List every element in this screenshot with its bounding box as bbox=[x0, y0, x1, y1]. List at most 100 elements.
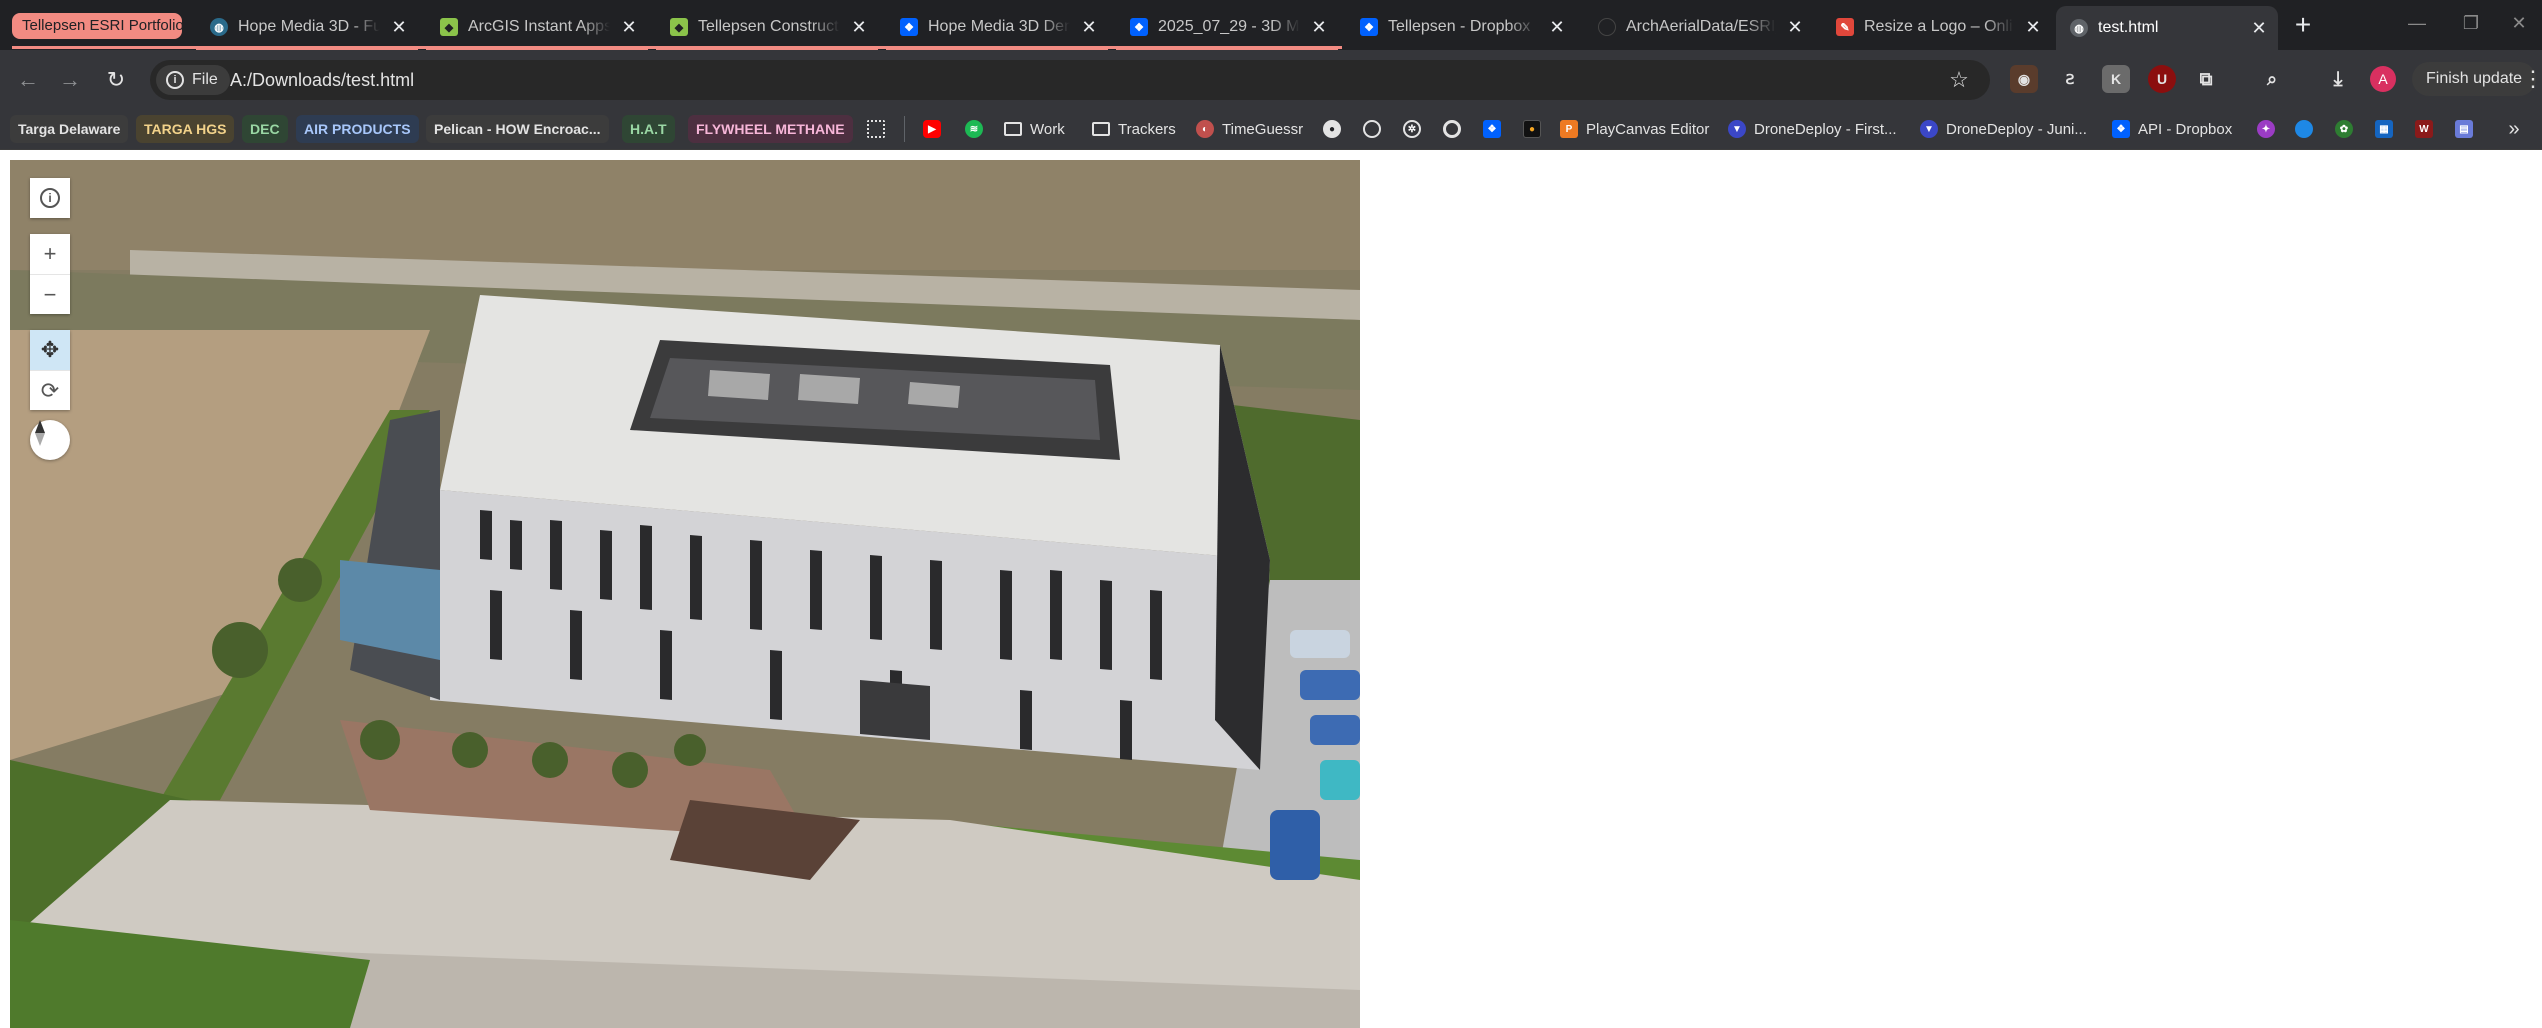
tab-strip: Tellepsen ESRI Portfolio ◍ Hope Media 3D… bbox=[0, 0, 2542, 50]
new-tab-button[interactable]: + bbox=[2288, 10, 2318, 40]
bookmark-label: API - Dropbox bbox=[2138, 120, 2233, 138]
tab-test-html[interactable]: ◍ test.html ✕ bbox=[2056, 6, 2278, 50]
tab-group-chip[interactable]: Tellepsen ESRI Portfolio bbox=[12, 13, 182, 39]
bookmark-group-air-products[interactable]: AIR PRODUCTS bbox=[296, 115, 419, 143]
bookmark-group-targa-hgs[interactable]: TARGA HGS bbox=[136, 115, 235, 143]
extensions-puzzle-icon[interactable]: ⧉ bbox=[2192, 65, 2220, 93]
bookmark-spotify[interactable]: ≋ bbox=[960, 115, 988, 143]
back-icon[interactable]: ← bbox=[12, 64, 44, 96]
bookmark-group-pelican[interactable]: Pelican - HOW Encroac... bbox=[426, 115, 609, 143]
tab-hope-media-3d-demo[interactable]: ❖ Hope Media 3D Dem ✕ bbox=[886, 7, 1108, 50]
arcgis-icon: ◆ bbox=[440, 18, 458, 36]
zoom-in-icon[interactable]: + bbox=[30, 234, 70, 274]
site-info-chip[interactable]: i File bbox=[156, 65, 230, 95]
forward-icon[interactable]: → bbox=[54, 64, 86, 96]
bookmark-folder-trackers[interactable]: Trackers bbox=[1092, 115, 1176, 143]
zoom-out-icon[interactable]: − bbox=[30, 274, 70, 314]
bookmark-wu[interactable]: W bbox=[2410, 115, 2438, 143]
bookmarks-bar: Targa Delaware TARGA HGS DEC AIR PRODUCT… bbox=[0, 108, 2542, 150]
tab-title: ArcGIS Instant Apps G bbox=[468, 18, 610, 35]
stack-icon: ▤ bbox=[2455, 120, 2473, 138]
globe-icon: ◍ bbox=[2070, 19, 2088, 37]
ublock-icon[interactable]: U bbox=[2148, 65, 2176, 93]
close-icon[interactable]: ✕ bbox=[1546, 16, 1568, 38]
bookmark-openai[interactable]: ✲ bbox=[1398, 115, 1426, 143]
tab-title: Tellepsen Construction bbox=[698, 18, 840, 35]
more-menu-icon[interactable]: ⋮ bbox=[2522, 64, 2542, 94]
browser-toolbar: ← → ↻ i File A:/Downloads/test.html ☆ ◉ … bbox=[0, 50, 2542, 108]
scene-viewer[interactable]: i + − ✥ ⟳ bbox=[10, 160, 1360, 1028]
download-icon[interactable]: ⤓ bbox=[2324, 65, 2352, 93]
extension-s-icon[interactable]: Ꙅ bbox=[2056, 65, 2084, 93]
bookmark-playcanvas[interactable]: P PlayCanvas Editor bbox=[1560, 115, 1709, 143]
finish-update-button[interactable]: Finish update bbox=[2412, 62, 2537, 96]
bookmark-folder-work[interactable]: Work bbox=[1004, 115, 1065, 143]
bookmark-timeguessr[interactable]: ◐ TimeGuessr bbox=[1196, 115, 1303, 143]
close-icon[interactable]: ✕ bbox=[1308, 16, 1330, 38]
bookmark-target[interactable] bbox=[1438, 115, 1466, 143]
bookmark-dark-app[interactable]: ● bbox=[1518, 115, 1546, 143]
bookmark-label: DroneDeploy - Juni... bbox=[1946, 120, 2087, 138]
tab-github-archaerialdata[interactable]: ArchAerialData/ESRI_ ✕ bbox=[1584, 7, 1814, 47]
minimize-icon[interactable]: — bbox=[2394, 8, 2440, 38]
bookmark-group-dec[interactable]: DEC bbox=[242, 115, 288, 143]
url-text[interactable]: A:/Downloads/test.html bbox=[230, 60, 414, 100]
close-icon[interactable]: ✕ bbox=[1078, 16, 1100, 38]
tab-tellepsen-dropbox[interactable]: ❖ Tellepsen - Dropbox ✕ bbox=[1346, 7, 1576, 47]
bookmark-dronedeploy-juni[interactable]: ▼ DroneDeploy - Juni... bbox=[1920, 115, 2087, 143]
apps-grid-icon[interactable] bbox=[862, 115, 890, 143]
bookmark-group-targa-delaware[interactable]: Targa Delaware bbox=[10, 115, 129, 143]
profile-avatar[interactable]: A bbox=[2370, 66, 2396, 92]
close-icon[interactable]: ✕ bbox=[2022, 16, 2044, 38]
dronedeploy-icon: ▼ bbox=[1920, 120, 1938, 138]
aerial-3d-scene[interactable] bbox=[10, 160, 1360, 1028]
bookmark-api-dropbox[interactable]: ❖ API - Dropbox bbox=[2112, 115, 2232, 143]
rotate-icon[interactable]: ⟳ bbox=[30, 370, 70, 410]
bookmark-dronedeploy-first[interactable]: ▼ DroneDeploy - First... bbox=[1728, 115, 1897, 143]
bookmark-blue-app[interactable]: ▦ bbox=[2370, 115, 2398, 143]
compass-icon[interactable] bbox=[30, 420, 70, 460]
close-icon[interactable]: ✕ bbox=[388, 16, 410, 38]
bookmark-green-app[interactable]: ✿ bbox=[2330, 115, 2358, 143]
tab-arcgis-instant-apps[interactable]: ◆ ArcGIS Instant Apps G ✕ bbox=[426, 7, 648, 50]
arcgis-icon: ◆ bbox=[670, 18, 688, 36]
bookmark-sphere[interactable] bbox=[2290, 115, 2318, 143]
tab-search-icon[interactable]: ⌕ bbox=[2258, 65, 2286, 93]
tab-resize-a-logo[interactable]: ✎ Resize a Logo – Onlin ✕ bbox=[1822, 7, 2052, 47]
close-icon[interactable]: ✕ bbox=[848, 16, 870, 38]
tab-title: ArchAerialData/ESRI_ bbox=[1626, 18, 1776, 35]
target-icon bbox=[1443, 120, 1461, 138]
bookmark-group-hat[interactable]: H.A.T bbox=[622, 115, 675, 143]
tab-title: Hope Media 3D Dem bbox=[928, 18, 1070, 35]
tab-hope-media-3d-full[interactable]: ◍ Hope Media 3D - Full ✕ bbox=[196, 7, 418, 50]
tab-tellepsen-construction[interactable]: ◆ Tellepsen Construction ✕ bbox=[656, 7, 878, 50]
dronedeploy-icon: ▼ bbox=[1728, 120, 1746, 138]
restore-icon[interactable]: ❐ bbox=[2448, 8, 2494, 38]
app-icon: ● bbox=[1523, 120, 1541, 138]
bookmark-separator bbox=[904, 116, 905, 142]
bookmark-group-flywheel-methane[interactable]: FLYWHEEL METHANE bbox=[688, 115, 853, 143]
extension-k-icon[interactable]: K bbox=[2102, 65, 2130, 93]
close-icon[interactable]: ✕ bbox=[2248, 17, 2270, 39]
bookmark-dropbox[interactable]: ❖ bbox=[1478, 115, 1506, 143]
info-control[interactable]: i bbox=[30, 178, 70, 218]
bookmark-label: PlayCanvas Editor bbox=[1586, 120, 1710, 138]
bookmark-star-icon[interactable]: ☆ bbox=[1944, 65, 1974, 95]
reload-icon[interactable]: ↻ bbox=[100, 64, 132, 96]
tab-3d-model-dropbox[interactable]: ❖ 2025_07_29 - 3D Mod ✕ bbox=[1116, 7, 1338, 50]
chevron-right-icon: » bbox=[2508, 117, 2520, 140]
bookmark-stack[interactable]: ▤ bbox=[2450, 115, 2478, 143]
bookmark-github[interactable]: ● bbox=[1318, 115, 1346, 143]
bookmark-refresh-tool[interactable] bbox=[1358, 115, 1386, 143]
address-bar[interactable]: i File A:/Downloads/test.html ☆ bbox=[150, 60, 1990, 100]
bookmark-youtube[interactable]: ▶ bbox=[918, 115, 946, 143]
bookmarks-overflow-button[interactable]: » bbox=[2500, 115, 2528, 143]
close-icon[interactable]: ✕ bbox=[618, 16, 640, 38]
bookmark-colorful-app[interactable]: ✦ bbox=[2252, 115, 2280, 143]
dropbox-icon: ❖ bbox=[1130, 18, 1148, 36]
extension-owl-icon[interactable]: ◉ bbox=[2010, 65, 2038, 93]
info-icon[interactable]: i bbox=[30, 178, 70, 218]
pan-icon[interactable]: ✥ bbox=[30, 330, 70, 370]
close-icon[interactable]: ✕ bbox=[1784, 16, 1806, 38]
close-window-icon[interactable]: ✕ bbox=[2496, 8, 2542, 38]
